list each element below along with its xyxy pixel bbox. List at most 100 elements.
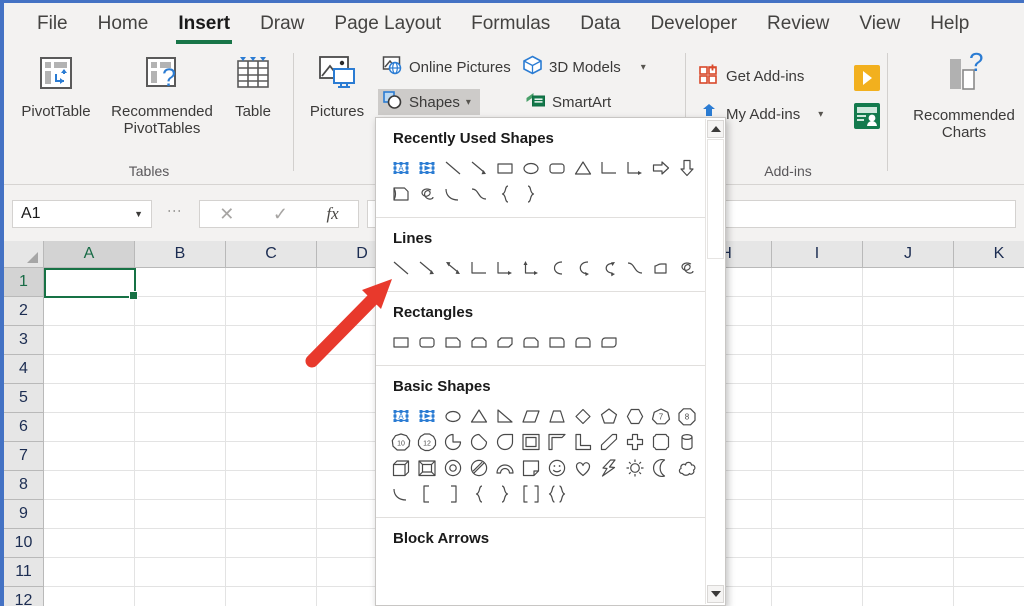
tab-view[interactable]: View bbox=[844, 3, 915, 45]
octagon-shape[interactable]: 8 bbox=[674, 403, 700, 429]
right-brace-shape[interactable] bbox=[492, 481, 518, 507]
tab-insert[interactable]: Insert bbox=[163, 3, 245, 45]
grid-cell-J12[interactable] bbox=[863, 587, 954, 606]
grid-cell-I10[interactable] bbox=[772, 529, 863, 557]
grid-cell-J2[interactable] bbox=[863, 297, 954, 325]
grid-cell-A4[interactable] bbox=[44, 355, 135, 383]
curved-connector-shape[interactable] bbox=[544, 255, 570, 281]
line-double-arrow-shape[interactable] bbox=[440, 255, 466, 281]
chord-shape[interactable] bbox=[466, 429, 492, 455]
grid-cell-I4[interactable] bbox=[772, 355, 863, 383]
diamond-shape[interactable] bbox=[570, 403, 596, 429]
elbow-double-arrow-connector-shape[interactable] bbox=[518, 255, 544, 281]
grid-cell-K10[interactable] bbox=[954, 529, 1024, 557]
column-header-A[interactable]: A bbox=[44, 241, 135, 267]
grid-cell-I7[interactable] bbox=[772, 442, 863, 470]
snip-diagonal-corner-rectangle-shape[interactable] bbox=[492, 329, 518, 355]
grid-cell-K9[interactable] bbox=[954, 500, 1024, 528]
half-frame-shape[interactable] bbox=[544, 429, 570, 455]
chevron-down-icon[interactable]: ▾ bbox=[466, 97, 471, 108]
rectangle-shape[interactable] bbox=[492, 155, 518, 181]
grid-cell-K11[interactable] bbox=[954, 558, 1024, 586]
row-header-4[interactable]: 4 bbox=[4, 355, 43, 384]
curve-shape[interactable] bbox=[622, 255, 648, 281]
tab-draw[interactable]: Draw bbox=[245, 3, 319, 45]
name-box[interactable]: A1 ▼ bbox=[12, 200, 152, 228]
right-triangle-shape[interactable] bbox=[492, 403, 518, 429]
column-header-I[interactable]: I bbox=[772, 241, 863, 267]
text-box-shape[interactable]: A bbox=[388, 403, 414, 429]
cross-shape[interactable] bbox=[622, 429, 648, 455]
round-diagonal-corner-rectangle-shape[interactable] bbox=[596, 329, 622, 355]
grid-cell-C4[interactable] bbox=[226, 355, 317, 383]
grid-cell-I1[interactable] bbox=[772, 268, 863, 296]
column-header-C[interactable]: C bbox=[226, 241, 317, 267]
pivottable-button[interactable]: PivotTable bbox=[8, 51, 104, 121]
text-callout-shape[interactable] bbox=[414, 155, 440, 181]
smiley-face-shape[interactable] bbox=[544, 455, 570, 481]
snip-and-round-single-corner-rectangle-shape[interactable] bbox=[518, 329, 544, 355]
tab-file[interactable]: File bbox=[22, 3, 83, 45]
scribble-shape[interactable] bbox=[674, 255, 700, 281]
donut-shape[interactable] bbox=[440, 455, 466, 481]
shapes-button[interactable]: Shapes ▾ bbox=[378, 89, 480, 115]
right-bracket-shape[interactable] bbox=[440, 481, 466, 507]
column-header-J[interactable]: J bbox=[863, 241, 954, 267]
grid-cell-I2[interactable] bbox=[772, 297, 863, 325]
arc-shape[interactable] bbox=[440, 181, 466, 207]
line-arrow-shape[interactable] bbox=[414, 255, 440, 281]
row-header-11[interactable]: 11 bbox=[4, 558, 43, 587]
grid-cell-I6[interactable] bbox=[772, 413, 863, 441]
no-symbol-shape[interactable] bbox=[466, 455, 492, 481]
select-all-corner[interactable] bbox=[4, 241, 44, 268]
grid-cell-K3[interactable] bbox=[954, 326, 1024, 354]
trapezoid-shape[interactable] bbox=[544, 403, 570, 429]
cancel-icon[interactable]: ✕ bbox=[219, 204, 234, 225]
heptagon-shape[interactable]: 7 bbox=[648, 403, 674, 429]
grid-cell-I9[interactable] bbox=[772, 500, 863, 528]
can-shape[interactable] bbox=[674, 429, 700, 455]
text-box-shape[interactable]: A bbox=[388, 155, 414, 181]
down-arrow-shape[interactable] bbox=[674, 155, 700, 181]
teardrop-shape[interactable] bbox=[492, 429, 518, 455]
heart-shape[interactable] bbox=[570, 455, 596, 481]
row-header-12[interactable]: 12 bbox=[4, 587, 43, 606]
grid-cell-B9[interactable] bbox=[135, 500, 226, 528]
grid-cell-B11[interactable] bbox=[135, 558, 226, 586]
row-header-7[interactable]: 7 bbox=[4, 442, 43, 471]
grid-cell-I3[interactable] bbox=[772, 326, 863, 354]
grid-cell-I5[interactable] bbox=[772, 384, 863, 412]
insert-function-icon[interactable]: fx bbox=[326, 204, 338, 224]
row-header-6[interactable]: 6 bbox=[4, 413, 43, 442]
left-brace-shape[interactable] bbox=[492, 181, 518, 207]
row-header-9[interactable]: 9 bbox=[4, 500, 43, 529]
elbow-arrow-connector-shape[interactable] bbox=[492, 255, 518, 281]
smartart-button[interactable]: SmartArt bbox=[521, 89, 615, 115]
grid-cell-C11[interactable] bbox=[226, 558, 317, 586]
rectangle-shape[interactable] bbox=[388, 329, 414, 355]
line-arrow-shape[interactable] bbox=[466, 155, 492, 181]
block-arc-shape[interactable] bbox=[492, 455, 518, 481]
decagon-shape[interactable]: 10 bbox=[388, 429, 414, 455]
left-brace-shape[interactable] bbox=[466, 481, 492, 507]
row-header-1[interactable]: 1 bbox=[4, 268, 43, 297]
scroll-up-arrow-icon[interactable] bbox=[707, 120, 724, 138]
grid-cell-B8[interactable] bbox=[135, 471, 226, 499]
get-addins-button[interactable]: Get Add-ins bbox=[694, 63, 808, 89]
grid-cell-B12[interactable] bbox=[135, 587, 226, 606]
oval-shape[interactable] bbox=[518, 155, 544, 181]
line-shape[interactable] bbox=[388, 255, 414, 281]
l-shape-shape[interactable] bbox=[570, 429, 596, 455]
active-cell-A1[interactable] bbox=[44, 268, 138, 300]
freeform-shape-shape[interactable] bbox=[648, 255, 674, 281]
right-arrow-shape[interactable] bbox=[648, 155, 674, 181]
grid-cell-A2[interactable] bbox=[44, 297, 135, 325]
tab-data[interactable]: Data bbox=[565, 3, 635, 45]
grid-cell-K7[interactable] bbox=[954, 442, 1024, 470]
grid-cell-B2[interactable] bbox=[135, 297, 226, 325]
scribble-shape[interactable] bbox=[414, 181, 440, 207]
cube-shape[interactable] bbox=[388, 455, 414, 481]
grid-cell-J11[interactable] bbox=[863, 558, 954, 586]
grid-cell-C12[interactable] bbox=[226, 587, 317, 606]
online-pictures-button[interactable]: Online Pictures bbox=[378, 54, 515, 80]
